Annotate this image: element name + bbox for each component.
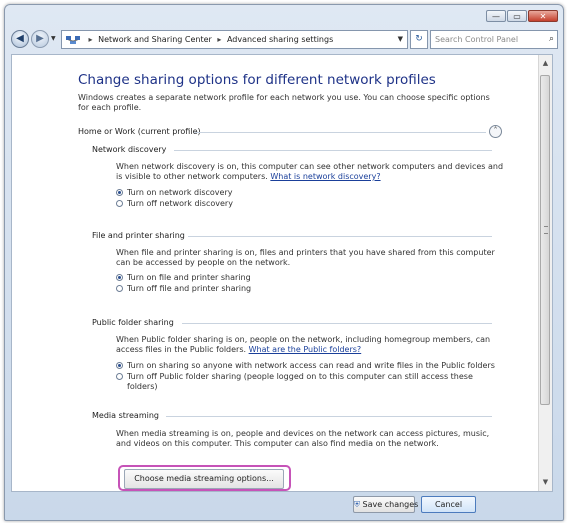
public-folders-help-link[interactable]: What are the Public folders?	[249, 345, 362, 354]
page-title: Change sharing options for different net…	[78, 72, 436, 88]
breadcrumb-separator: ▸	[217, 35, 222, 44]
address-dropdown-icon[interactable]: ▼	[398, 31, 403, 48]
radio-turn-on-network-discovery[interactable]: Turn on network discovery	[116, 188, 232, 198]
network-icon	[66, 35, 80, 44]
section-heading: Public folder sharing	[92, 318, 174, 327]
forward-arrow-icon: ▶	[36, 33, 44, 44]
scroll-down-icon[interactable]: ▼	[539, 476, 552, 489]
breadcrumb-separator: ▸	[88, 35, 93, 44]
refresh-button[interactable]: ↻	[410, 30, 428, 49]
media-streaming-description: When media streaming is on, people and d…	[116, 429, 490, 448]
radio-unselected-icon	[116, 285, 123, 292]
section-heading: Media streaming	[92, 411, 159, 420]
radio-selected-icon	[116, 189, 123, 196]
section-divider	[174, 150, 492, 151]
network-discovery-help-link[interactable]: What is network discovery?	[270, 172, 380, 181]
control-panel-window: — ▭ ✕ ◀ ▶ ▼ ▸ Network and Sharing Center…	[4, 4, 564, 521]
recent-pages-dropdown[interactable]: ▼	[51, 35, 56, 42]
radio-turn-off-file-sharing[interactable]: Turn off file and printer sharing	[116, 284, 251, 294]
grip-icon	[544, 226, 548, 234]
radio-label: Turn on network discovery	[127, 188, 233, 197]
collapse-chevron-icon[interactable]: ˄	[489, 125, 502, 138]
back-button[interactable]: ◀	[11, 30, 29, 48]
scroll-up-icon[interactable]: ▲	[539, 57, 552, 70]
radio-turn-off-network-discovery[interactable]: Turn off network discovery	[116, 199, 233, 209]
radio-turn-on-file-sharing[interactable]: Turn on file and printer sharing	[116, 273, 251, 283]
cancel-button[interactable]: Cancel	[421, 496, 476, 513]
refresh-icon: ↻	[415, 34, 423, 44]
radio-label: Turn off Public folder sharing (people l…	[127, 372, 473, 391]
shield-icon: ⛨	[354, 500, 360, 509]
back-arrow-icon: ◀	[16, 33, 24, 44]
save-label: Save changes	[362, 500, 419, 509]
close-button[interactable]: ✕	[528, 10, 558, 22]
minimize-button[interactable]: —	[486, 10, 506, 22]
search-placeholder: Search Control Panel	[435, 35, 519, 44]
breadcrumb-advanced-sharing[interactable]: Advanced sharing settings	[227, 35, 333, 44]
radio-turn-off-public-sharing[interactable]: Turn off Public folder sharing (people l…	[116, 372, 497, 392]
section-heading: File and printer sharing	[92, 231, 185, 240]
section-heading: Network discovery	[92, 145, 167, 154]
save-changes-button[interactable]: ⛨ Save changes	[353, 496, 418, 513]
settings-content: Change sharing options for different net…	[11, 54, 553, 492]
radio-turn-on-public-sharing[interactable]: Turn on sharing so anyone with network a…	[116, 361, 495, 371]
network-discovery-description: When network discovery is on, this compu…	[116, 162, 506, 182]
profile-divider	[194, 132, 486, 133]
address-bar[interactable]: ▸ Network and Sharing Center ▸ Advanced …	[61, 30, 408, 49]
public-folder-description: When Public folder sharing is on, people…	[116, 335, 506, 355]
forward-button[interactable]: ▶	[31, 30, 49, 48]
public-folder-section: Public folder sharing	[92, 318, 492, 327]
navigation-bar: ◀ ▶ ▼ ▸ Network and Sharing Center ▸ Adv…	[5, 27, 563, 53]
network-discovery-section: Network discovery	[92, 145, 492, 154]
file-printer-section: File and printer sharing	[92, 231, 492, 240]
page-intro: Windows creates a separate network profi…	[78, 93, 490, 112]
search-icon[interactable]: ⌕	[549, 31, 554, 48]
radio-label: Turn off network discovery	[127, 199, 233, 208]
radio-selected-icon	[116, 362, 123, 369]
section-divider	[182, 323, 492, 324]
radio-unselected-icon	[116, 200, 123, 207]
vertical-scrollbar[interactable]: ▲ ▼	[538, 55, 552, 491]
section-divider	[166, 416, 492, 417]
maximize-button[interactable]: ▭	[507, 10, 527, 22]
profile-header: Home or Work (current profile) ˄	[78, 125, 518, 138]
scrollbar-thumb[interactable]	[540, 75, 550, 405]
caption-buttons: — ▭ ✕	[486, 10, 558, 22]
radio-label: Turn on file and printer sharing	[127, 273, 251, 282]
radio-unselected-icon	[116, 373, 123, 380]
file-printer-description: When file and printer sharing is on, fil…	[116, 248, 495, 267]
button-bar: ⛨ Save changes Cancel	[11, 494, 553, 518]
choose-media-streaming-button[interactable]: Choose media streaming options...	[124, 469, 284, 489]
search-input[interactable]: Search Control Panel ⌕	[430, 30, 558, 49]
radio-label: Turn off file and printer sharing	[127, 284, 252, 293]
breadcrumb-network-center[interactable]: Network and Sharing Center	[98, 35, 212, 44]
profile-label: Home or Work (current profile)	[78, 127, 201, 136]
section-divider	[188, 236, 492, 237]
media-streaming-section: Media streaming	[92, 411, 492, 420]
radio-selected-icon	[116, 274, 123, 281]
radio-label: Turn on sharing so anyone with network a…	[127, 361, 495, 370]
